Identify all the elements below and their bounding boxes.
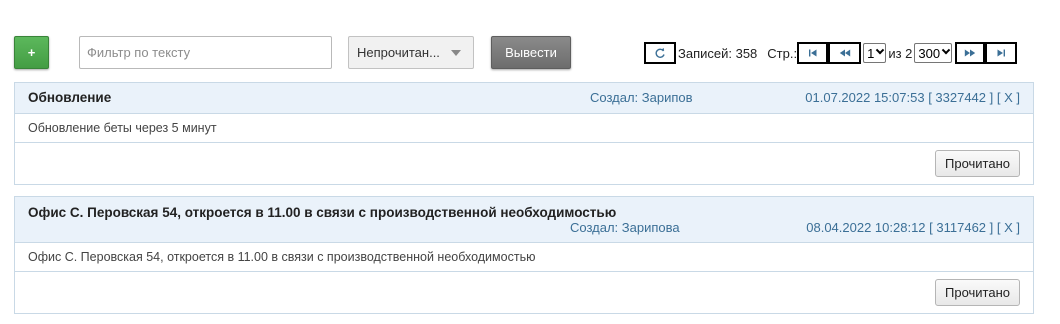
- page-select[interactable]: 1: [863, 43, 887, 63]
- notification-meta: 01.07.2022 15:07:53 [ 3327442 ] [ X ]: [805, 90, 1020, 105]
- caret-down-icon: [451, 49, 461, 56]
- status-filter-select[interactable]: Непрочитан...: [348, 36, 474, 69]
- notification-footer: Прочитано: [15, 143, 1033, 184]
- page-label: Стр.:: [767, 45, 798, 61]
- chevron-down-icon: [941, 45, 951, 55]
- records-count: Записей: 358: [678, 45, 758, 61]
- chevron-down-icon: [876, 45, 885, 55]
- status-filter-value: Непрочитан...: [357, 45, 440, 60]
- notification-card: Офис С. Перовская 54, откроется в 11.00 …: [14, 196, 1034, 314]
- mark-read-button[interactable]: Прочитано: [935, 150, 1020, 177]
- last-page-button[interactable]: [985, 42, 1018, 64]
- prev-page-button[interactable]: [828, 42, 862, 64]
- page-size-value: 300: [918, 45, 941, 61]
- notification-card: Обновление Создал: Зарипов 01.07.2022 15…: [14, 82, 1034, 185]
- filter-input[interactable]: [79, 36, 332, 69]
- notification-header: Обновление Создал: Зарипов 01.07.2022 15…: [15, 83, 1033, 114]
- next-page-button[interactable]: [955, 42, 986, 64]
- notification-id: [ 3117462 ]: [929, 220, 994, 235]
- notification-datetime: 01.07.2022 15:07:53: [805, 90, 925, 105]
- pager: Записей: 358 Стр.: 1 из 2 300: [644, 42, 1018, 64]
- notification-title: Обновление: [28, 90, 112, 105]
- notification-meta: 08.04.2022 10:28:12 [ 3117462 ] [ X ]: [806, 220, 1020, 235]
- author-link[interactable]: Зарипова: [622, 220, 680, 235]
- next-page-icon: [964, 49, 976, 57]
- refresh-button[interactable]: [644, 42, 676, 64]
- notification-id: [ 3327442 ]: [928, 90, 994, 105]
- mark-read-button[interactable]: Прочитано: [935, 279, 1020, 306]
- last-page-icon: [997, 49, 1006, 57]
- output-button[interactable]: Вывести: [491, 36, 571, 69]
- notification-body: Офис С. Перовская 54, откроется в 11.00 …: [15, 243, 1033, 272]
- close-notification-link[interactable]: [ X ]: [997, 90, 1020, 105]
- page-select-value: 1: [867, 45, 875, 61]
- author-label: Создал:: [590, 90, 639, 105]
- notification-header: Офис С. Перовская 54, откроется в 11.00 …: [15, 197, 1033, 243]
- notification-title: Офис С. Перовская 54, откроется в 11.00 …: [28, 205, 617, 220]
- prev-page-icon: [839, 49, 850, 57]
- notification-author: Создал: Зарипова: [570, 220, 680, 235]
- author-link[interactable]: Зарипов: [642, 90, 693, 105]
- notification-body: Обновление беты через 5 минут: [15, 114, 1033, 143]
- notification-footer: Прочитано: [15, 272, 1033, 313]
- page-size-select[interactable]: 300: [914, 43, 953, 63]
- notification-datetime: 08.04.2022 10:28:12: [806, 220, 926, 235]
- add-button[interactable]: +: [14, 36, 49, 69]
- page-total: из 2: [888, 45, 913, 61]
- close-notification-link[interactable]: [ X ]: [997, 220, 1020, 235]
- first-page-button[interactable]: [797, 42, 829, 64]
- notification-author: Создал: Зарипов: [590, 90, 693, 105]
- author-label: Создал:: [570, 220, 619, 235]
- first-page-icon: [808, 49, 817, 57]
- refresh-icon: [655, 47, 665, 58]
